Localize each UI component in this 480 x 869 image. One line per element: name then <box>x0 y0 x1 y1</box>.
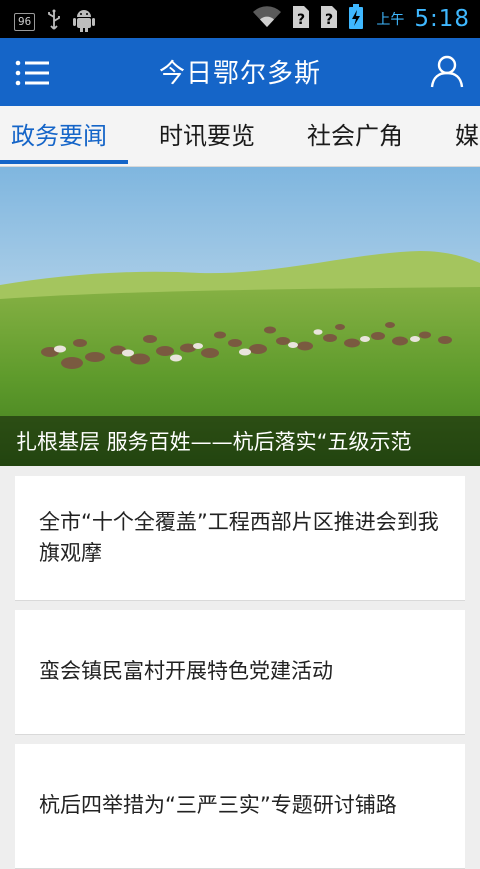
sim-unknown-icon: ? <box>320 5 338 33</box>
app-title: 今日鄂尔多斯 <box>158 59 321 89</box>
android-debug-icon <box>73 8 96 36</box>
wifi-icon <box>252 6 282 32</box>
status-ampm: 上午 <box>376 12 405 28</box>
battery-charging-icon <box>348 4 364 34</box>
notification-count-badge: 96 <box>14 13 36 31</box>
banner-caption-bar: 扎根基层 服务百姓——杭后落实“五级示范 <box>0 416 480 466</box>
status-time: 5:18 <box>414 6 470 32</box>
sim-unknown-icon: ? <box>292 5 310 33</box>
svg-text:?: ? <box>297 12 305 28</box>
category-tab-bar: 政务要闻 时讯要览 社会广角 媒 <box>0 106 480 167</box>
status-right-icons: ? ? 上午 5:18 <box>252 4 470 34</box>
featured-news-banner[interactable]: 扎根基层 服务百姓——杭后落实“五级示范 <box>0 167 480 466</box>
tab-politics-news[interactable]: 政务要闻 <box>11 106 107 166</box>
status-bar: 96 ? ? 上午 5:18 <box>0 0 480 38</box>
news-card[interactable]: 杭后四举措为“三严三实”专题研讨铺路 <box>15 744 465 869</box>
user-button[interactable] <box>430 54 464 90</box>
tab-media[interactable]: 媒 <box>455 106 479 166</box>
news-title: 杭后四举措为“三严三实”专题研讨铺路 <box>39 793 397 817</box>
tab-society[interactable]: 社会广角 <box>307 106 403 166</box>
banner-caption: 扎根基层 服务百姓——杭后落实“五级示范 <box>16 430 412 454</box>
app-bar: 今日鄂尔多斯 <box>0 38 480 106</box>
news-title: 全市“十个全覆盖”工程西部片区推进会到我旗观摩 <box>39 510 439 565</box>
usb-icon <box>47 9 61 35</box>
status-left-icons: 96 <box>14 8 96 36</box>
news-card[interactable]: 蛮会镇民富村开展特色党建活动 <box>15 610 465 735</box>
user-icon <box>430 55 464 92</box>
svg-text:?: ? <box>325 12 333 28</box>
news-card[interactable]: 全市“十个全覆盖”工程西部片区推进会到我旗观摩 <box>15 476 465 601</box>
tab-news-overview[interactable]: 时讯要览 <box>159 106 255 166</box>
news-title: 蛮会镇民富村开展特色党建活动 <box>39 659 333 683</box>
active-tab-indicator <box>0 160 128 164</box>
